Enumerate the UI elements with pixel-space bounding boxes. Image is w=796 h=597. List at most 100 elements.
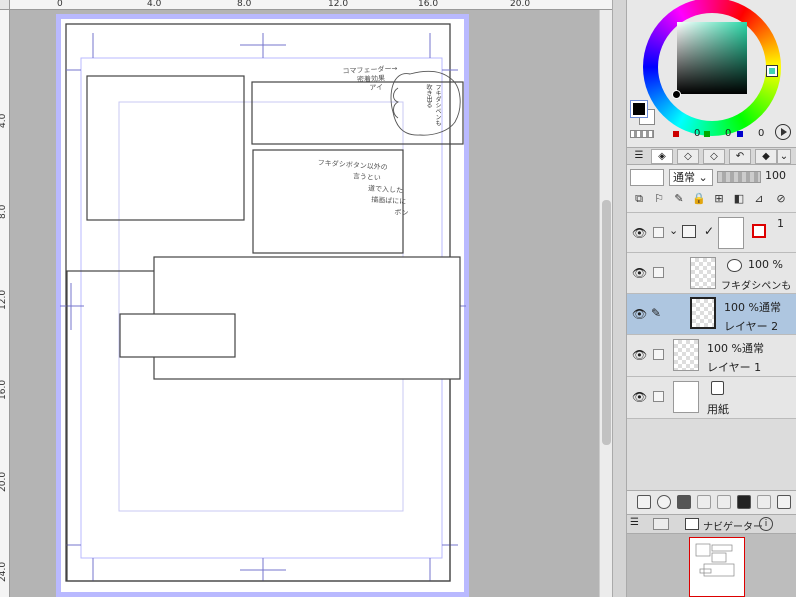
transparent-color-swatch[interactable] <box>630 130 654 138</box>
layer-panel-tabs: ☰ ◈ ◇ ◇ ↶ ◆ ⌄ <box>627 147 796 165</box>
layer-row-layer-1[interactable]: 👁 100 %通常 レイヤー 1 <box>627 335 796 377</box>
navigator-preview[interactable] <box>627 534 796 597</box>
layer-toolbar: 通常 ⌄ 100 ⧉ ⚐ ✎ 🔒 ⊞ ◧ ⊿ ⊘ <box>627 165 796 213</box>
bracket-mark <box>393 87 400 119</box>
delete-layer-icon[interactable] <box>777 495 791 509</box>
layer-thumbnail <box>690 257 716 289</box>
note-line: アイ <box>369 83 384 93</box>
frame-1 <box>86 75 245 221</box>
layer-thumbnail <box>673 381 699 413</box>
layer-thumbnail <box>673 339 699 371</box>
enable-mask-icon[interactable]: ◧ <box>731 192 747 206</box>
check-mark-icon[interactable]: ✓ <box>704 224 714 238</box>
clip-to-layer-below-icon[interactable]: ⧉ <box>631 192 647 206</box>
layer-row-balloon[interactable]: 👁 100 % フキダシペンも <box>627 253 796 294</box>
layer-name: 用紙 <box>707 403 729 416</box>
history-tab-icon[interactable]: ↶ <box>729 149 751 164</box>
saturation-value-square[interactable] <box>677 22 747 94</box>
layer-name: レイヤー 1 <box>707 361 762 374</box>
canvas-area[interactable]: 0 4.0 8.0 12.0 16.0 20.0 4.0 8.0 12.0 16… <box>0 0 612 597</box>
green-indicator <box>704 131 710 137</box>
lock-transparent-pixels-icon[interactable]: ⊞ <box>711 192 727 206</box>
navigator-tab-icon[interactable] <box>685 518 699 530</box>
scrollbar-thumb[interactable] <box>602 200 611 445</box>
layer-list: 👁 ⌄ ✓ 1 👁 100 % フキダシペンも 👁 ✎ 100 %通常 レイヤー… <box>627 213 796 490</box>
hue-marker[interactable] <box>766 65 778 77</box>
balloon-layer-icon <box>727 259 742 272</box>
frame-folder-icon <box>682 225 696 238</box>
right-panel: 0 0 0 ☰ ◈ ◇ ◇ ↶ ◆ ⌄ 通常 ⌄ 100 ⧉ ⚐ ✎ 🔒 ⊞ ◧… <box>626 0 796 597</box>
copy-layer-icon[interactable] <box>697 495 711 509</box>
create-mask-icon[interactable] <box>737 495 751 509</box>
opacity-value[interactable]: 100 <box>765 169 786 182</box>
layer-lock-box[interactable] <box>653 349 664 360</box>
visibility-eye-icon[interactable]: 👁 <box>632 348 647 362</box>
color-wheel-panel: 0 0 0 <box>627 0 796 145</box>
layer-tab-icon[interactable]: ◈ <box>651 149 673 164</box>
bubble-text: フキダシペンも 吹き出る <box>425 84 441 126</box>
sketch-note-1: コマフェーダー→ 密着効果 アイ <box>342 65 398 95</box>
navigator-tabs: ☰ ナビゲーター i <box>627 514 796 534</box>
paper-layer-icon <box>711 381 724 395</box>
layer-thumbnail <box>690 297 716 329</box>
ruler-display-icon[interactable]: ⊿ <box>751 192 767 206</box>
tool-property-tab-icon[interactable]: ◆ <box>755 149 777 164</box>
navigator-tab-label[interactable]: ナビゲーター <box>703 518 763 533</box>
color-history-play-icon[interactable] <box>775 124 791 140</box>
main-color-swatch[interactable] <box>630 100 648 118</box>
info-icon[interactable]: i <box>759 517 773 531</box>
blue-value: 0 <box>758 128 765 139</box>
apply-mask-icon[interactable] <box>757 495 771 509</box>
visibility-eye-icon[interactable]: 👁 <box>632 226 647 240</box>
layer-lock-box[interactable] <box>653 267 664 278</box>
panel-menu-icon[interactable]: ☰ <box>628 149 650 164</box>
canvas-tab-icon[interactable] <box>653 518 669 530</box>
note-line: 描画ばにに <box>370 195 407 207</box>
sv-marker[interactable] <box>672 90 681 99</box>
reference-layer-icon[interactable]: ⚐ <box>651 192 667 206</box>
layer-row-folder[interactable]: 👁 ⌄ ✓ 1 <box>627 213 796 253</box>
navigator-thumbnail-art <box>695 543 735 577</box>
red-value: 0 <box>694 128 701 139</box>
visibility-eye-icon[interactable]: 👁 <box>632 390 647 404</box>
lock-layer-icon[interactable]: 🔒 <box>691 192 707 206</box>
layer-property-tab-icon[interactable]: ◇ <box>677 149 699 164</box>
blend-mode-select[interactable]: 通常 ⌄ <box>669 169 713 186</box>
layer-name: レイヤー 2 <box>724 320 779 333</box>
layer-lock-box[interactable] <box>653 391 664 402</box>
page-artwork[interactable] <box>0 0 612 597</box>
layer-row-paper[interactable]: 👁 用紙 <box>627 377 796 419</box>
more-tabs-icon[interactable]: ⌄ <box>777 149 791 164</box>
blend-mode-value: 通常 <box>673 171 695 184</box>
expression-color-select[interactable] <box>630 169 664 186</box>
canvas-vertical-scrollbar[interactable] <box>599 10 612 597</box>
layer-opacity: 100 %通常 <box>707 342 764 355</box>
new-vector-layer-icon[interactable] <box>657 495 671 509</box>
layer-opacity: 1 <box>777 217 784 230</box>
layer-lock-box[interactable] <box>653 227 664 238</box>
layer-opacity: 100 % <box>748 258 783 271</box>
panel-divider[interactable] <box>612 0 626 597</box>
red-indicator <box>673 131 679 137</box>
comic-frames <box>66 75 464 582</box>
layer-name: フキダシペンも <box>721 281 792 292</box>
folder-expand-icon[interactable]: ⌄ <box>669 224 678 237</box>
merge-layer-icon[interactable] <box>717 495 731 509</box>
visibility-eye-icon[interactable]: 👁 <box>632 266 647 280</box>
new-folder-icon[interactable] <box>677 495 691 509</box>
layer-search-tab-icon[interactable]: ◇ <box>703 149 725 164</box>
green-value: 0 <box>725 128 732 139</box>
layer-color-icon[interactable]: ⊘ <box>773 192 789 206</box>
sketch-note-2: フキダシボタン以外の 言うとい 道で入した 描画ばにに ボン <box>314 158 412 219</box>
mask-thumbnail-icon <box>752 224 766 238</box>
navigator-thumbnail[interactable] <box>689 537 745 597</box>
layer-opacity: 100 %通常 <box>724 301 781 314</box>
layer-row-layer-2[interactable]: 👁 ✎ 100 %通常 レイヤー 2 <box>627 294 796 335</box>
draft-layer-icon[interactable]: ✎ <box>671 192 687 206</box>
blue-indicator <box>737 131 743 137</box>
new-raster-layer-icon[interactable] <box>637 495 651 509</box>
visibility-eye-icon[interactable]: 👁 <box>632 307 647 321</box>
opacity-slider[interactable] <box>717 171 761 183</box>
panel-menu-icon[interactable]: ☰ <box>630 517 639 528</box>
edit-pen-icon: ✎ <box>651 306 662 320</box>
